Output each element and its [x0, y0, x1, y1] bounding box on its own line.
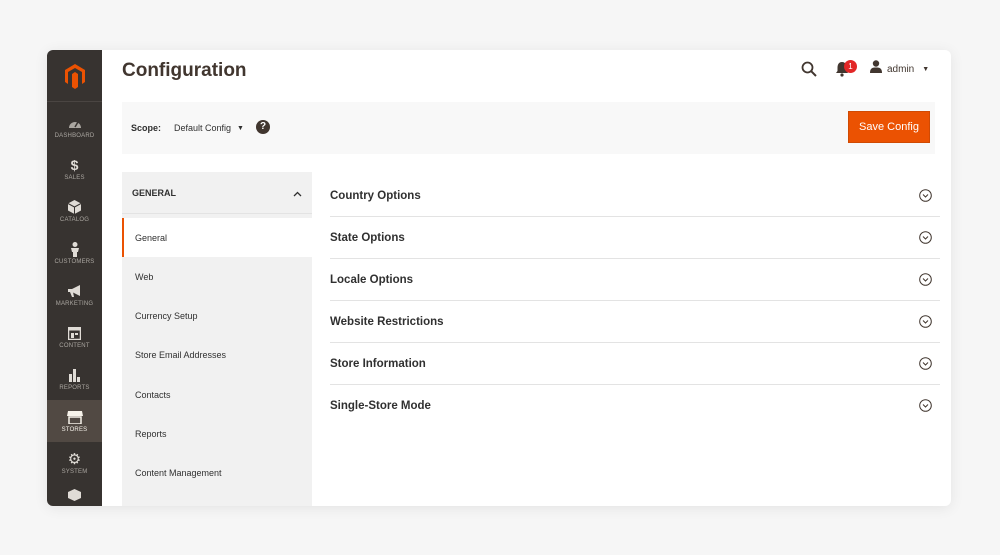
- tab-currency-setup[interactable]: Currency Setup: [122, 296, 312, 335]
- user-name: admin: [887, 63, 915, 75]
- sidebar-item-label: Marketing: [55, 301, 94, 307]
- chevron-down-icon: ▼: [922, 65, 930, 73]
- dashboard-icon: [68, 115, 82, 131]
- tab-store-email-addresses[interactable]: Store Email Addresses: [122, 335, 312, 374]
- section-single-store-mode[interactable]: Single-Store Mode: [330, 385, 940, 427]
- box-icon: [68, 487, 81, 503]
- tab-group-general[interactable]: General: [122, 172, 312, 214]
- sidebar-item-catalog[interactable]: Catalog: [47, 190, 102, 232]
- sidebar-item-dashboard[interactable]: Dashboard: [47, 106, 102, 148]
- content-icon: [68, 325, 81, 341]
- sidebar-item-label: Stores: [61, 427, 88, 433]
- scope-switcher[interactable]: Default Config ▼: [174, 123, 244, 133]
- sidebar-item-label: Content: [59, 343, 90, 349]
- tab-group-title: General: [132, 187, 177, 198]
- chevron-down-circle-icon: [919, 273, 932, 286]
- page-title: Configuration: [122, 60, 247, 81]
- sidebar-item-stores[interactable]: Stores: [47, 400, 102, 442]
- config-sections: Country Options State Options Locale Opt…: [330, 175, 940, 427]
- notification-badge[interactable]: 1: [844, 60, 857, 73]
- sidebar-item-marketing[interactable]: Marketing: [47, 274, 102, 316]
- admin-sidebar: Dashboard $ Sales Catalog Customers Mark…: [47, 50, 102, 506]
- scope-bar: Scope: Default Config ▼ ? Save Config: [122, 102, 935, 154]
- chevron-down-circle-icon: [919, 189, 932, 202]
- tab-content-management[interactable]: Content Management: [122, 453, 312, 492]
- search-icon[interactable]: [801, 61, 817, 77]
- chevron-down-circle-icon: [919, 399, 932, 412]
- sidebar-item-label: Catalog: [59, 217, 90, 223]
- megaphone-icon: [67, 283, 82, 299]
- section-title: Website Restrictions: [330, 315, 444, 328]
- user-menu[interactable]: admin ▼: [870, 60, 929, 78]
- chevron-down-icon: ▼: [237, 124, 244, 132]
- chevron-down-circle-icon: [919, 357, 932, 370]
- help-icon[interactable]: ?: [256, 120, 270, 134]
- sidebar-item-reports[interactable]: Reports: [47, 358, 102, 400]
- admin-window: Dashboard $ Sales Catalog Customers Mark…: [47, 50, 951, 506]
- scope-label: Scope:: [131, 123, 162, 133]
- sidebar-item-partners[interactable]: [47, 484, 102, 506]
- store-icon: [66, 409, 83, 425]
- sidebar-item-label: System: [61, 469, 88, 475]
- person-icon: [70, 241, 80, 257]
- sidebar-item-label: Sales: [64, 175, 85, 181]
- magento-logo-icon[interactable]: [47, 50, 102, 102]
- save-config-button[interactable]: Save Config: [848, 111, 930, 143]
- user-icon: [870, 60, 882, 78]
- chevron-up-icon: [293, 184, 302, 202]
- sidebar-item-system[interactable]: ⚙ System: [47, 442, 102, 484]
- tab-web[interactable]: Web: [122, 257, 312, 296]
- sidebar-item-label: Dashboard: [54, 133, 95, 139]
- sidebar-item-label: Reports: [59, 385, 90, 391]
- sidebar-item-label: Customers: [54, 259, 95, 265]
- cube-icon: [68, 199, 81, 215]
- section-store-information[interactable]: Store Information: [330, 343, 940, 385]
- section-country-options[interactable]: Country Options: [330, 175, 940, 217]
- chevron-down-circle-icon: [919, 315, 932, 328]
- config-tabs: General General Web Currency Setup Store…: [122, 172, 312, 506]
- gear-icon: ⚙: [67, 451, 82, 468]
- chevron-down-circle-icon: [919, 231, 932, 244]
- scope-value: Default Config: [174, 123, 232, 133]
- section-locale-options[interactable]: Locale Options: [330, 259, 940, 301]
- section-title: Country Options: [330, 189, 421, 202]
- tab-contacts[interactable]: Contacts: [122, 375, 312, 414]
- section-website-restrictions[interactable]: Website Restrictions: [330, 301, 940, 343]
- bar-chart-icon: [68, 367, 81, 383]
- section-title: Store Information: [330, 357, 426, 370]
- section-title: State Options: [330, 231, 405, 244]
- tab-reports[interactable]: Reports: [122, 414, 312, 453]
- sidebar-item-customers[interactable]: Customers: [47, 232, 102, 274]
- tab-general[interactable]: General: [122, 218, 312, 257]
- sidebar-item-content[interactable]: Content: [47, 316, 102, 358]
- sidebar-item-sales[interactable]: $ Sales: [47, 148, 102, 190]
- section-state-options[interactable]: State Options: [330, 217, 940, 259]
- section-title: Locale Options: [330, 273, 414, 286]
- dollar-icon: $: [70, 157, 79, 173]
- section-title: Single-Store Mode: [330, 400, 431, 412]
